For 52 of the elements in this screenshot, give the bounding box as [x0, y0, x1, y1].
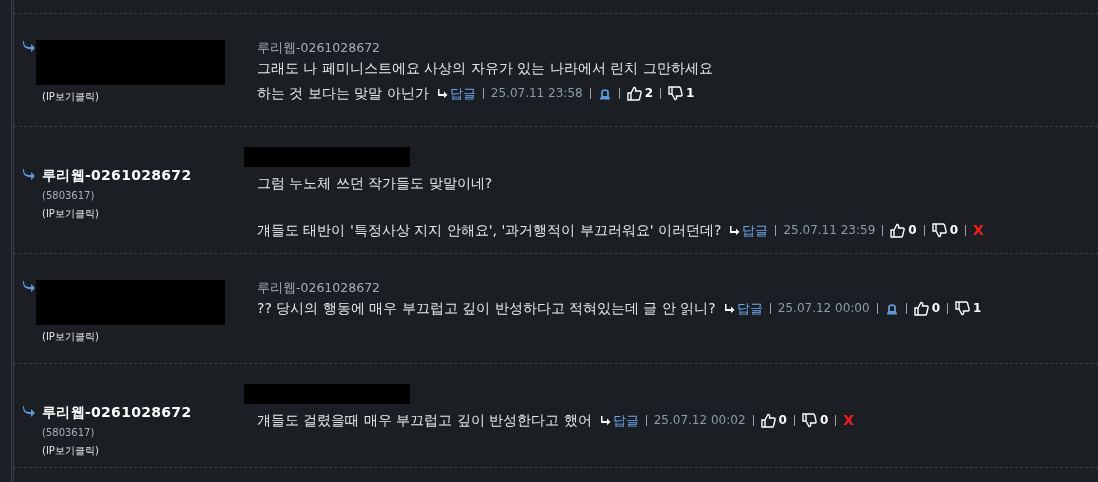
comment-text: 그래도 나 페미니스트에요 사상의 자유가 있는 나라에서 린치 그만하세요	[257, 59, 713, 78]
like-count: 0	[778, 412, 787, 429]
comment-text: 그럼 누노체 쓰던 작가들도 맞말이네?	[257, 174, 493, 193]
reply-arrow-icon	[729, 226, 741, 235]
comment-date: 25.07.12 00:00	[777, 300, 870, 317]
report-bell-icon[interactable]	[597, 87, 612, 100]
thumbs-up-icon[interactable]	[760, 413, 776, 428]
thumbs-down-icon[interactable]	[955, 301, 970, 316]
like-count: 0	[931, 300, 940, 317]
comment-text: 걔들도 걸렸을때 매우 부끄럽고 깊이 반성한다고 했어	[257, 411, 592, 430]
thumbs-up-icon[interactable]	[913, 301, 929, 316]
like-count: 2	[644, 85, 653, 102]
mention-name: 루리웹-0261028672	[257, 40, 382, 56]
reply-arrow-icon	[436, 89, 448, 98]
comment-date: 25.07.12 00:02	[653, 412, 746, 429]
thumbs-up-icon[interactable]	[890, 223, 906, 238]
comment-text: ?? 당시의 행동에 매우 부끄럽고 깊이 반성하다고 적혀있는데 글 안 읽니?	[257, 299, 716, 318]
ip-link[interactable]: (IP보기클릭)	[42, 445, 243, 457]
author-name: 루리웹-0261028672	[42, 405, 192, 419]
reply-arrow-icon	[723, 304, 735, 313]
thumbs-down-icon[interactable]	[668, 86, 683, 101]
reply-arrow-icon	[22, 405, 36, 417]
ip-link[interactable]: (IP보기클릭)	[42, 91, 243, 103]
comment-date: 25.07.11 23:59	[783, 222, 876, 239]
dislike-count: 1	[973, 300, 982, 317]
thumbs-down-icon[interactable]	[931, 223, 947, 238]
delete-link[interactable]: X	[973, 218, 984, 243]
reply-arrow-icon	[599, 416, 611, 425]
user-id: (5803617)	[42, 190, 96, 202]
comment-text: 걔들도 태반이 '특정사상 지지 안해요', '과거행적이 부끄러워요' 이러던데?	[257, 221, 722, 240]
report-bell-icon[interactable]	[884, 302, 899, 315]
delete-link[interactable]: X	[843, 408, 855, 433]
dislike-count: 0	[819, 412, 829, 429]
reply-arrow-icon	[22, 280, 36, 292]
ip-link[interactable]: (IP보기클릭)	[42, 331, 243, 343]
like-count: 0	[908, 222, 917, 239]
comment-date: 25.07.11 23:58	[490, 85, 583, 102]
reply-link[interactable]: 답글	[723, 296, 763, 321]
comment-text: 하는 것 보다는 맞말 아닌가	[257, 84, 429, 103]
reply-link[interactable]: 답글	[599, 408, 639, 433]
thumbs-down-icon[interactable]	[801, 413, 817, 428]
author-name: 루리웹-0261028672	[42, 168, 192, 182]
user-id: (5803617)	[42, 427, 96, 439]
reply-link[interactable]: 답글	[436, 81, 476, 106]
dislike-count: 0	[949, 222, 958, 239]
reply-link[interactable]: 답글	[729, 218, 769, 243]
ip-link[interactable]: (IP보기클릭)	[42, 208, 243, 220]
reply-arrow-icon	[22, 168, 36, 180]
reply-arrow-icon	[22, 40, 36, 52]
mention-name: 루리웹-0261028672	[257, 280, 382, 296]
thumbs-up-icon[interactable]	[626, 86, 642, 101]
dislike-count: 1	[686, 85, 695, 102]
